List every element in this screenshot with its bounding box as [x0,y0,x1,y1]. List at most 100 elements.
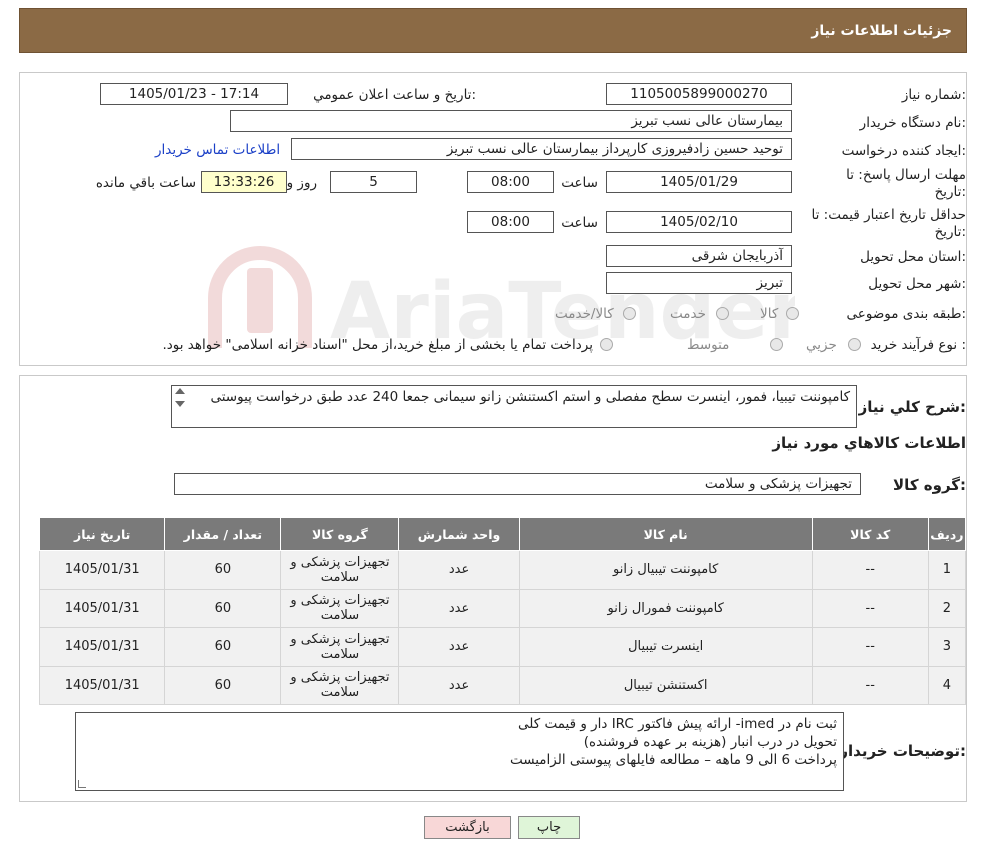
announce-field: 1405/01/23 - 17:14 [100,83,288,105]
purchase-medium-label: متوسط [687,337,730,353]
cell-name: کامپوننت فمورال زانو [518,588,813,628]
purchase-type-label: نوع فرآيند خريد : [870,337,966,353]
description-label: شرح كلي نياز: [858,398,966,416]
category-radio-both[interactable] [623,307,636,320]
purchase-radio-note[interactable] [600,338,613,351]
validity-label-1: حداقل تاريخ اعتبار قيمت: تا [811,207,966,223]
cell-code: -- [811,588,929,628]
buyer-notes-line-3: پرداخت 6 الی 9 ماهه – مطالعه فایلهای پیو… [509,752,837,768]
city-label: شهر محل تحويل: [868,276,966,292]
col-header-code: کد کالا [811,517,929,551]
description-text: کامپوننت تیبیا، فمور، اینسرت سطح مفصلی و… [210,389,850,405]
cell-group: تجهیزات پزشکی و سلامت [280,627,400,667]
goods-table-wrapper: رديف کد کالا نام کالا واحد شمارش گروه کا… [38,517,967,705]
cell-group: تجهیزات پزشکی و سلامت [280,550,400,590]
buyer-notes-line-2: تحویل در درب انبار (هزینه بر عهده فروشند… [583,734,837,750]
city-field: تبریز [606,272,792,294]
cell-name: کامپوننت تیبیال زانو [518,550,813,590]
contact-buyer-link[interactable]: اطلاعات تماس خريدار [155,142,280,158]
cell-qty: 60 [164,627,282,667]
col-header-date: تاریخ نیاز [38,517,166,551]
category-radio-goods[interactable] [786,307,799,320]
goods-table: رديف کد کالا نام کالا واحد شمارش گروه کا… [38,517,967,705]
cell-name: اینسرت تیبیال [518,627,813,667]
purchase-radio-medium[interactable] [770,338,783,351]
category-goods-label: کالا [760,306,779,322]
need-number-label: شماره نیاز: [901,87,966,103]
deadline-label-1: مهلت ارسال پاسخ: تا [846,167,966,183]
category-label: طبقه بندی موضوعی: [846,306,966,322]
validity-date-field: 1405/02/10 [606,211,792,233]
col-header-unit: واحد شمارش [398,517,520,551]
validity-label-2: تاريخ: [934,224,966,240]
cell-date: 1405/01/31 [38,627,166,667]
table-row: 4 -- اکستنشن تیبیال عدد تجهیزات پزشکی و … [38,665,967,705]
deadline-time-label: ساعت [561,175,598,191]
col-header-qty: تعداد / مقدار [164,517,282,551]
col-header-index: رديف [927,517,967,551]
print-button[interactable]: چاپ [518,816,580,839]
goods-group-label: گروه کالا: [893,476,966,494]
table-row: 3 -- اینسرت تیبیال عدد تجهیزات پزشکی و س… [38,627,967,667]
category-both-label: کالا/خدمت [555,306,614,322]
purchase-note: پرداخت تمام یا بخشی از مبلغ خرید،از محل … [162,337,593,353]
cell-date: 1405/01/31 [38,550,166,590]
days-field: 5 [330,171,417,193]
cell-index: 3 [927,627,967,667]
deadline-time-field: 08:00 [467,171,554,193]
cell-group: تجهیزات پزشکی و سلامت [280,665,400,705]
table-row: 1 -- کامپوننت تیبیال زانو عدد تجهیزات پز… [38,550,967,590]
announce-label: تاریخ و ساعت اعلان عمومي: [313,87,476,103]
buyer-org-label: نام دستگاه خريدار: [859,115,966,131]
buyer-notes-label: توضیحات خریدار: [839,742,966,760]
creator-label: ایجاد کننده درخواست: [841,143,966,159]
cell-index: 1 [927,550,967,590]
province-field: آذربایجان شرقی [606,245,792,267]
cell-name: اکستنشن تیبیال [518,665,813,705]
remaining-label: ساعت باقي مانده [95,175,196,191]
buyer-org-field: بیمارستان عالی نسب تبریز [230,110,792,132]
cell-date: 1405/01/31 [38,665,166,705]
remaining-time-field: 13:33:26 [201,171,287,193]
cell-unit: عدد [398,588,520,628]
validity-time-field: 08:00 [467,211,554,233]
cell-date: 1405/01/31 [38,588,166,628]
textarea-scroll-down-icon[interactable] [175,401,185,407]
textarea-scroll-up-icon[interactable] [175,388,185,394]
creator-field: توحید حسین زادفیروزی کارپرداز بیمارستان … [291,138,792,160]
cell-unit: عدد [398,627,520,667]
category-service-label: خدمت [670,306,706,322]
col-header-name: نام کالا [518,517,813,551]
page-title: جزئیات اطلاعات نیاز [811,22,952,39]
back-button[interactable]: بازگشت [424,816,511,839]
purchase-partial-label: جزيي [806,337,837,353]
description-textarea[interactable]: کامپوننت تیبیا، فمور، اینسرت سطح مفصلی و… [171,385,857,428]
cell-qty: 60 [164,665,282,705]
table-row: 2 -- کامپوننت فمورال زانو عدد تجهیزات پز… [38,588,967,628]
purchase-radio-partial[interactable] [848,338,861,351]
deadline-label-2: تاريخ: [934,184,966,200]
buyer-notes-textarea[interactable]: ثبت نام در imed- ارائه پیش فاکتور IRC دا… [75,712,844,791]
resize-handle-icon[interactable] [78,780,86,788]
cell-qty: 60 [164,588,282,628]
deadline-date-field: 1405/01/29 [606,171,792,193]
need-number-field: 1105005899000270 [606,83,792,105]
buyer-notes-line-1: ثبت نام در imed- ارائه پیش فاکتور IRC دا… [518,716,837,732]
days-label: روز و [286,175,317,191]
category-radio-service[interactable] [716,307,729,320]
cell-unit: عدد [398,550,520,590]
province-label: استان محل تحويل: [860,249,966,265]
cell-unit: عدد [398,665,520,705]
cell-index: 2 [927,588,967,628]
validity-time-label: ساعت [561,215,598,231]
goods-section-title: اطلاعات كالاهاي مورد نياز [772,434,966,452]
table-header-row: رديف کد کالا نام کالا واحد شمارش گروه کا… [38,517,967,551]
cell-code: -- [811,627,929,667]
cell-group: تجهیزات پزشکی و سلامت [280,588,400,628]
cell-qty: 60 [164,550,282,590]
cell-code: -- [811,550,929,590]
cell-code: -- [811,665,929,705]
col-header-group: گروه کالا [280,517,400,551]
page-header: جزئیات اطلاعات نیاز [19,8,967,53]
cell-index: 4 [927,665,967,705]
